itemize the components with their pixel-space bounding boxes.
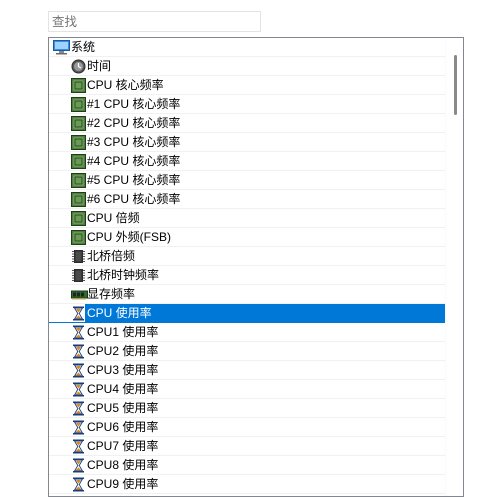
hourglass-icon [71,325,86,340]
tree-item-label: #5 CPU 核心频率 [87,173,181,187]
tree-item-sensor[interactable]: CPU 外频(FSB) [49,228,446,247]
tree-item-label: CPU9 使用率 [87,477,159,491]
tree-item-sensor[interactable]: #4 CPU 核心频率 [49,152,446,171]
tree-item-label: CPU 外频(FSB) [87,230,172,244]
tree-item-sensor[interactable]: 显存频率 [49,285,446,304]
hourglass-icon [71,306,86,321]
tree-item-sensor[interactable]: CPU2 使用率 [49,342,446,361]
tree-item-sensor[interactable]: CPU4 使用率 [49,380,446,399]
tree-item-sensor[interactable]: CPU9 使用率 [49,475,446,494]
tree-item-sensor[interactable]: CPU 倍频 [49,209,446,228]
tree-item-label: CPU3 使用率 [87,363,159,377]
sensor-tree[interactable]: 系统 时间 CPU 核心频率 #1 CPU 核心频率 #2 CPU 核心频率 #3 CP… [48,37,464,497]
northbridge-chip-icon [71,268,86,283]
tree-item-sensor[interactable]: 北桥时钟频率 [49,266,446,285]
tree-item-label: CPU8 使用率 [87,458,159,472]
tree-item-label: 北桥倍频 [87,249,136,263]
tree-item-sensor[interactable]: CPU1 使用率 [49,323,446,342]
tree-item-label: CPU2 使用率 [87,344,159,358]
tree-item-label: #3 CPU 核心频率 [87,135,181,149]
tree-item-sensor[interactable]: CPU 核心频率 [49,76,446,95]
tree-item-label: CPU 核心频率 [87,78,164,92]
tree-item-label: CPU4 使用率 [87,382,159,396]
tree-item-sensor[interactable]: CPU8 使用率 [49,456,446,475]
tree-item-label: CPU7 使用率 [87,439,159,453]
tree-item-label: 系统 [71,40,96,54]
tree-item-label: 显存频率 [87,287,136,301]
tree-item-label: CPU 倍频 [87,211,140,225]
clock-icon [71,59,86,74]
tree-item-label: #1 CPU 核心频率 [87,97,181,111]
tree-item-sensor[interactable]: 时间 [49,57,446,76]
cpu-chip-icon [71,173,86,188]
tree-item-label: #2 CPU 核心频率 [87,116,181,130]
tree-item-label: CPU6 使用率 [87,420,159,434]
hourglass-icon [71,420,86,435]
tree-item-label: 时间 [87,59,112,73]
tree-item-sensor[interactable]: #1 CPU 核心频率 [49,95,446,114]
cpu-chip-icon [71,97,86,112]
scrollbar-thumb[interactable] [454,55,457,115]
tree-item-sensor[interactable]: CPU 使用率 [49,304,446,323]
search-input[interactable] [48,11,261,32]
tree-item-label: #4 CPU 核心频率 [87,154,181,168]
tree-rows: 系统 时间 CPU 核心频率 #1 CPU 核心频率 #2 CPU 核心频率 #3 CP… [49,38,446,496]
cpu-chip-icon [71,154,86,169]
hourglass-icon [71,401,86,416]
tree-item-sensor[interactable]: CPU7 使用率 [49,437,446,456]
tree-item-sensor[interactable]: CPU5 使用率 [49,399,446,418]
cpu-chip-icon [71,116,86,131]
cpu-chip-icon [71,78,86,93]
tree-item-sensor[interactable]: #3 CPU 核心频率 [49,133,446,152]
cpu-chip-icon [71,230,86,245]
cpu-chip-icon [71,211,86,226]
computer-monitor-icon [53,40,70,55]
tree-item-sensor[interactable]: CPU6 使用率 [49,418,446,437]
northbridge-chip-icon [71,249,86,264]
hourglass-icon [71,363,86,378]
hourglass-icon [71,344,86,359]
tree-item-sensor[interactable]: #5 CPU 核心频率 [49,171,446,190]
cpu-chip-icon [71,135,86,150]
tree-item-label: CPU5 使用率 [87,401,159,415]
tree-item-sensor[interactable]: #6 CPU 核心频率 [49,190,446,209]
hourglass-icon [71,458,86,473]
video-memory-icon [71,287,88,302]
hourglass-icon [71,439,86,454]
vertical-scrollbar[interactable] [445,38,463,496]
tree-item-sensor[interactable]: #2 CPU 核心频率 [49,114,446,133]
hourglass-icon [71,477,86,492]
tree-item-sensor[interactable]: CPU3 使用率 [49,361,446,380]
tree-item-sensor[interactable]: 北桥倍频 [49,247,446,266]
tree-item-label: 北桥时钟频率 [87,268,160,282]
tree-item-label: CPU1 使用率 [87,325,159,339]
tree-item-label: CPU 使用率 [85,304,446,322]
tree-item-label: #6 CPU 核心频率 [87,192,181,206]
hourglass-icon [71,382,86,397]
cpu-chip-icon [71,192,86,207]
tree-item-system[interactable]: 系统 [49,38,446,57]
